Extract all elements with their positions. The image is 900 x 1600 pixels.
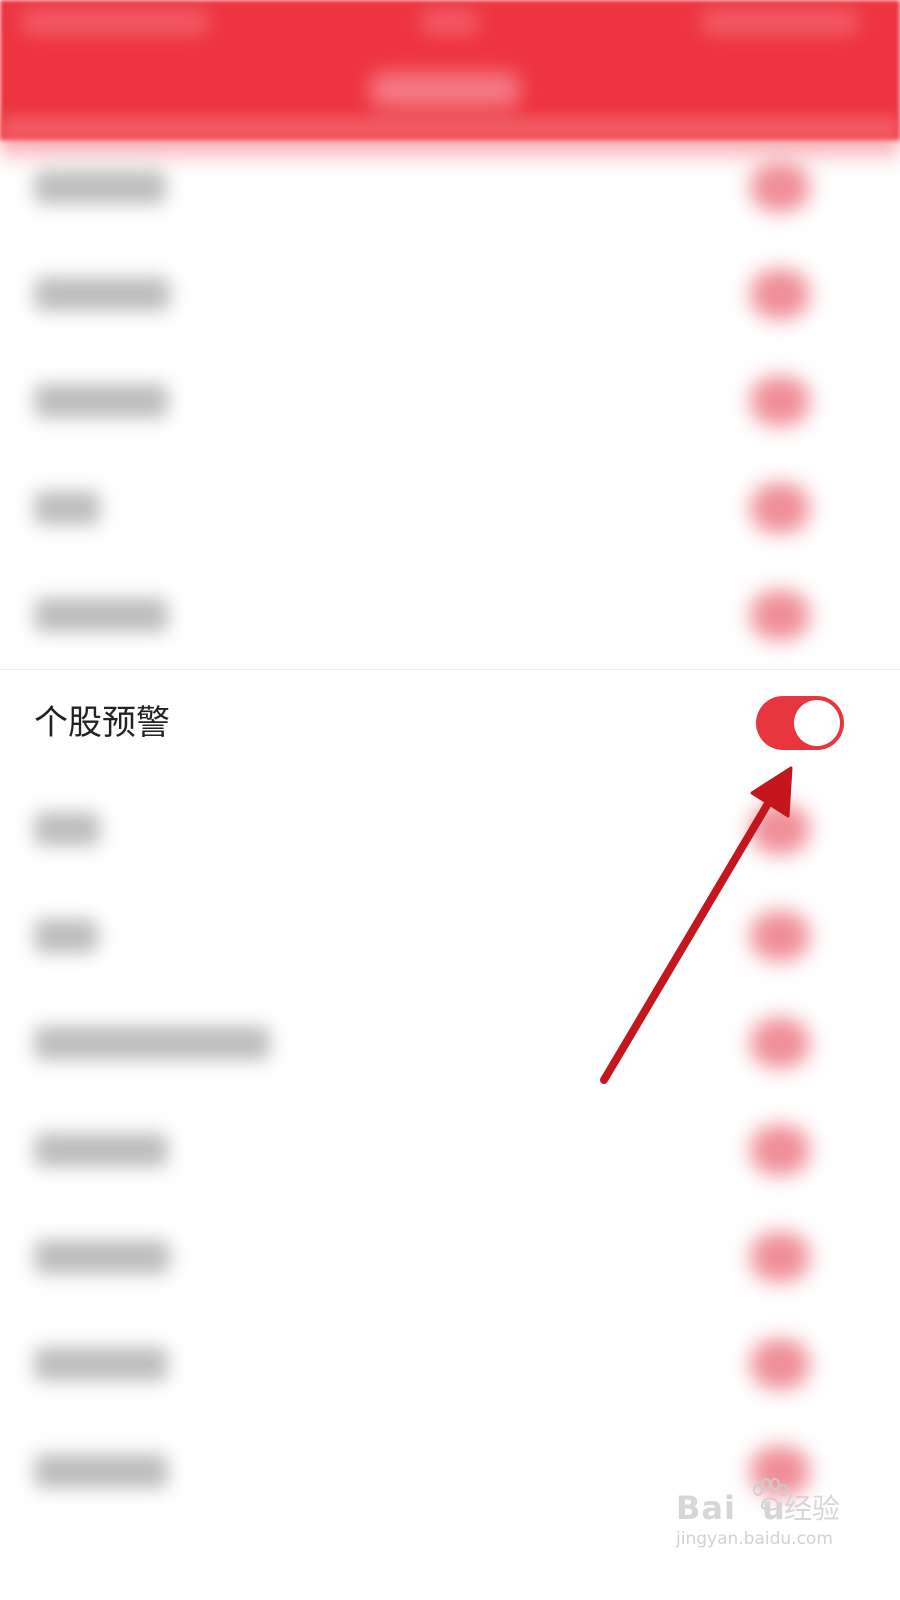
blurred-row-label (34, 919, 98, 953)
status-bar-right-blurred (700, 10, 860, 34)
screen: 个股预警 Bai u 经验 jingyan.baidu.com (0, 0, 900, 1600)
blurred-row-label (34, 1026, 270, 1060)
header-title-blurred (370, 72, 520, 108)
baidu-jingyan-watermark: Bai u 经验 jingyan.baidu.com (676, 1478, 846, 1558)
blurred-row-label (34, 598, 168, 632)
blurred-toggle[interactable] (750, 1125, 810, 1175)
blurred-row-label (34, 491, 100, 525)
blurred-setting-row[interactable] (0, 1097, 900, 1203)
blurred-setting-row[interactable] (0, 241, 900, 347)
blurred-row-label (34, 170, 166, 204)
stock-alert-label: 个股预警 (34, 703, 170, 743)
blurred-row-label (34, 1133, 168, 1167)
blurred-toggle[interactable] (750, 911, 810, 961)
blurred-row-label (34, 384, 168, 418)
blurred-toggle[interactable] (750, 162, 810, 212)
blurred-row-label (34, 277, 170, 311)
blurred-setting-row[interactable] (0, 562, 900, 668)
status-bar-center-blurred (420, 10, 480, 34)
blurred-setting-row[interactable] (0, 455, 900, 561)
stock-alert-toggle[interactable] (756, 696, 844, 750)
blurred-setting-row[interactable] (0, 776, 900, 882)
blurred-setting-row[interactable] (0, 883, 900, 989)
blurred-toggle[interactable] (750, 1339, 810, 1389)
blurred-setting-row[interactable] (0, 1311, 900, 1417)
blurred-setting-row[interactable] (0, 348, 900, 454)
blurred-row-label (34, 812, 100, 846)
blurred-toggle[interactable] (750, 1018, 810, 1068)
watermark-url: jingyan.baidu.com (676, 1529, 833, 1549)
setting-row-stock-alert[interactable]: 个股预警 (0, 669, 900, 776)
blurred-toggle[interactable] (750, 804, 810, 854)
blurred-toggle[interactable] (750, 1232, 810, 1282)
blurred-toggle[interactable] (750, 590, 810, 640)
blurred-row-label (34, 1454, 168, 1488)
blurred-row-label (34, 1347, 168, 1381)
blurred-row-label (34, 1240, 170, 1274)
blurred-toggle[interactable] (750, 269, 810, 319)
blurred-setting-row[interactable] (0, 1204, 900, 1310)
status-bar-left-blurred (20, 10, 210, 34)
blurred-setting-row[interactable] (0, 134, 900, 240)
blurred-toggle[interactable] (750, 483, 810, 533)
toggle-knob (794, 700, 840, 746)
blurred-toggle[interactable] (750, 376, 810, 426)
blurred-setting-row[interactable] (0, 990, 900, 1096)
watermark-label: 经验 (784, 1492, 841, 1525)
watermark-brand: Bai u (676, 1489, 786, 1527)
